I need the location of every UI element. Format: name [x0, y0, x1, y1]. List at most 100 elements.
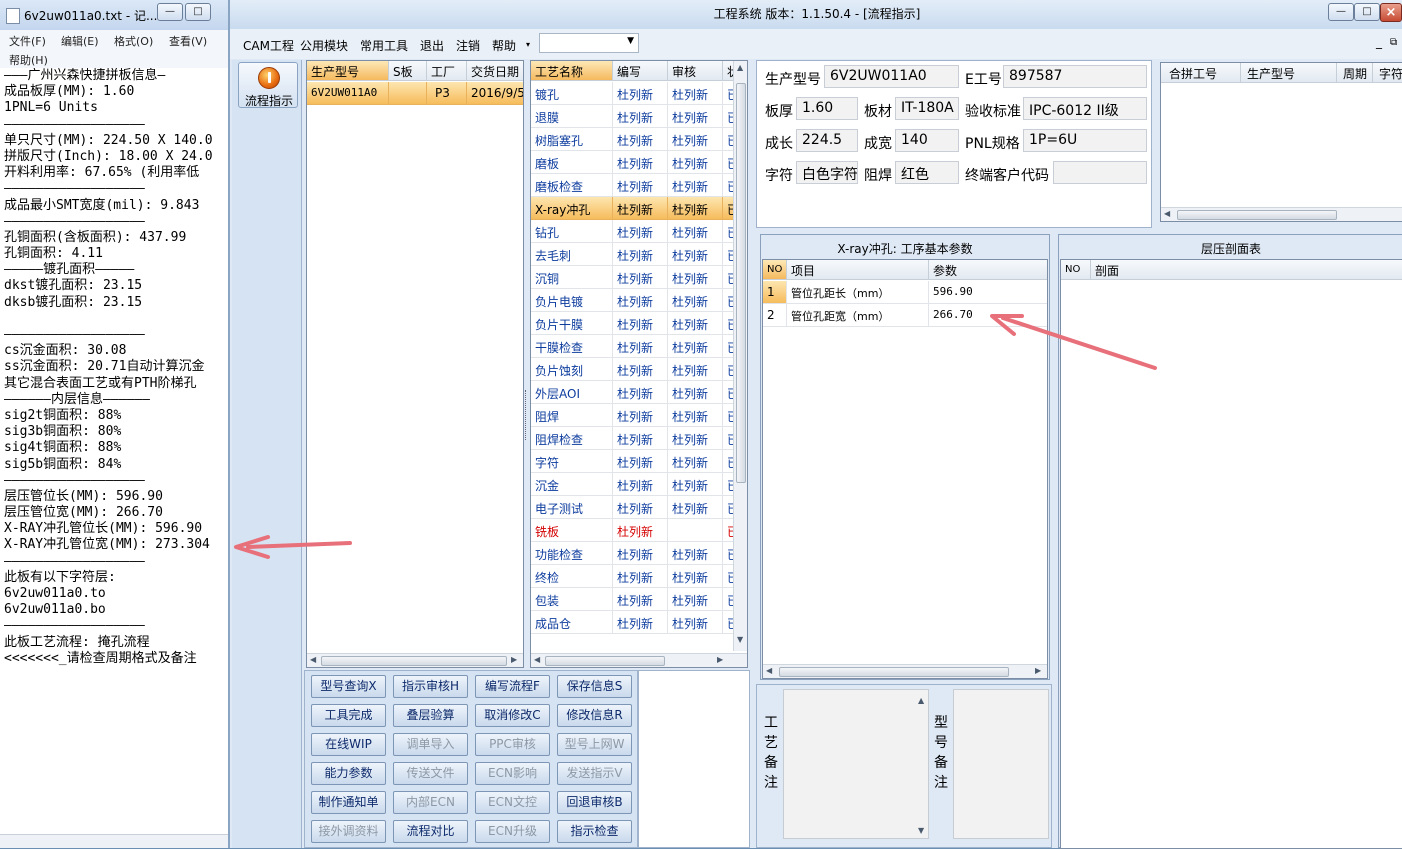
params-no-col-header[interactable]: NO	[763, 260, 787, 280]
factory-col-header[interactable]: 工厂	[427, 61, 467, 81]
action-button[interactable]: 传送文件	[393, 762, 468, 785]
action-button[interactable]: 制作通知单	[311, 791, 386, 814]
process-grid-hscrollbar[interactable]: ◀ ▶	[531, 653, 747, 667]
e-number-value[interactable]: 897587	[1003, 65, 1147, 88]
customer-code-value[interactable]	[1053, 161, 1147, 184]
notepad-text-area[interactable]: ———广州兴森快捷拼板信息— 成品板厚(MM): 1.60 1PNL=6 Units…	[0, 68, 231, 848]
reviewer-col-header[interactable]: 审核	[668, 61, 723, 81]
action-button[interactable]: ECN升级	[475, 820, 550, 843]
action-button[interactable]: ECN影响	[475, 762, 550, 785]
action-button[interactable]: 指示审核H	[393, 675, 468, 698]
scroll-left-icon[interactable]: ◀	[1164, 209, 1170, 218]
menu-common-module[interactable]: 公用模块	[300, 37, 348, 54]
length-value[interactable]: 224.5	[796, 129, 858, 152]
params-value-col-header[interactable]: 参数	[929, 260, 1047, 280]
scroll-thumb[interactable]	[779, 667, 1009, 677]
menu-common-tools[interactable]: 常用工具	[360, 37, 408, 54]
combine-period-col-header[interactable]: 周期	[1337, 63, 1373, 83]
notepad-titlebar[interactable]: 6v2uw011a0.txt - 记... — □	[0, 0, 231, 30]
app-titlebar[interactable]: 工程系统 版本：1.1.50.4 - [流程指示] — □ ×	[230, 0, 1402, 29]
action-button[interactable]: PPC审核	[475, 733, 550, 756]
params-grid-hscrollbar[interactable]: ◀ ▶	[763, 664, 1047, 678]
mdi-restore-icon[interactable]: ⧉	[1390, 37, 1397, 48]
solder-mask-value[interactable]: 红色	[895, 161, 959, 184]
action-button[interactable]: 工具完成	[311, 704, 386, 727]
scroll-left-icon[interactable]: ◀	[310, 655, 316, 664]
menu-edit[interactable]: 编辑(E)	[61, 33, 99, 49]
layer-profile-col-header[interactable]: 剖面	[1091, 260, 1402, 280]
combine-char-col-header[interactable]: 字符	[1373, 63, 1402, 83]
pnl-spec-value[interactable]: 1P=6U	[1023, 129, 1147, 152]
action-button[interactable]: 调单导入	[393, 733, 468, 756]
action-button[interactable]: 内部ECN	[393, 791, 468, 814]
thickness-value[interactable]: 1.60	[796, 97, 858, 120]
scroll-up-icon[interactable]: ▲	[918, 696, 924, 705]
action-button[interactable]: 叠层验算	[393, 704, 468, 727]
scroll-thumb[interactable]	[545, 656, 665, 666]
menu-view[interactable]: 查看(V)	[169, 33, 207, 49]
scroll-down-icon[interactable]: ▼	[737, 635, 743, 644]
layer-no-col-header[interactable]: NO	[1061, 260, 1091, 280]
model-col-header[interactable]: 生产型号	[307, 61, 389, 81]
process-grid-vscrollbar[interactable]: ▲ ▼	[733, 61, 747, 651]
delivery-date-col-header[interactable]: 交货日期	[467, 61, 523, 81]
scroll-up-icon[interactable]: ▲	[737, 63, 743, 72]
action-button[interactable]: 流程对比	[393, 820, 468, 843]
params-value-cell[interactable]: 266.70	[929, 304, 1047, 327]
action-button[interactable]: 回退审核B	[557, 791, 632, 814]
process-remark-field[interactable]: ▲ ▼	[783, 689, 929, 839]
action-button[interactable]: 保存信息S	[557, 675, 632, 698]
scroll-left-icon[interactable]: ◀	[766, 666, 772, 675]
menu-help[interactable]: 帮助	[492, 37, 516, 54]
mdi-minimize-icon[interactable]: _	[1376, 35, 1382, 49]
params-value-cell[interactable]: 596.90	[929, 281, 1047, 304]
app-maximize-button[interactable]: □	[1354, 3, 1380, 21]
scroll-thumb[interactable]	[1177, 210, 1337, 220]
flow-instruction-button[interactable]: 流程指示	[238, 62, 298, 108]
action-button[interactable]: 编写流程F	[475, 675, 550, 698]
menu-exit[interactable]: 退出	[420, 37, 444, 54]
character-value[interactable]: 白色字符	[796, 161, 858, 184]
action-button[interactable]: 指示检查	[557, 820, 632, 843]
action-button[interactable]: 发送指示V	[557, 762, 632, 785]
menu-cam[interactable]: CAM工程	[243, 37, 294, 54]
model-value[interactable]: 6V2UW011A0	[824, 65, 959, 88]
menu-format[interactable]: 格式(O)	[114, 33, 153, 49]
writer-col-header[interactable]: 编写	[613, 61, 668, 81]
app-close-button[interactable]: ×	[1380, 3, 1402, 22]
acceptance-standard-value[interactable]: IPC-6012 II级	[1023, 97, 1147, 120]
scroll-down-icon[interactable]: ▼	[918, 826, 924, 835]
combine-model-col-header[interactable]: 生产型号	[1241, 63, 1337, 83]
menu-help[interactable]: 帮助(H)	[9, 52, 48, 68]
process-name-col-header[interactable]: 工艺名称	[531, 61, 613, 81]
material-value[interactable]: IT-180A	[895, 97, 959, 120]
combine-grid-hscrollbar[interactable]: ◀	[1161, 207, 1402, 221]
s-board-col-header[interactable]: S板	[389, 61, 427, 81]
scroll-right-icon[interactable]: ▶	[717, 655, 723, 664]
model-grid-hscrollbar[interactable]: ◀ ▶	[307, 653, 523, 667]
scroll-right-icon[interactable]: ▶	[1035, 666, 1041, 675]
menu-logout[interactable]: 注销	[456, 37, 480, 54]
action-button[interactable]: 型号查询X	[311, 675, 386, 698]
action-button[interactable]: 能力参数	[311, 762, 386, 785]
minimize-button[interactable]: —	[157, 3, 183, 21]
maximize-button[interactable]: □	[185, 3, 211, 21]
notepad-horizontal-scrollbar[interactable]	[0, 834, 231, 848]
app-minimize-button[interactable]: —	[1328, 3, 1354, 21]
action-button[interactable]: 在线WIP	[311, 733, 386, 756]
scroll-thumb[interactable]	[736, 83, 746, 483]
action-button[interactable]: ECN文控	[475, 791, 550, 814]
action-button[interactable]: 取消修改C	[475, 704, 550, 727]
combine-no-col-header[interactable]: 合拼工号	[1161, 63, 1241, 83]
model-remark-field[interactable]	[953, 689, 1049, 839]
help-dropdown-icon[interactable]: ▾	[526, 40, 530, 49]
scroll-thumb[interactable]	[321, 656, 507, 666]
width-value[interactable]: 140	[895, 129, 959, 152]
scroll-left-icon[interactable]: ◀	[534, 655, 540, 664]
menu-file[interactable]: 文件(F)	[9, 33, 46, 49]
action-button[interactable]: 修改信息R	[557, 704, 632, 727]
menu-combobox[interactable]: ▼	[539, 33, 639, 53]
scroll-right-icon[interactable]: ▶	[511, 655, 517, 664]
action-button[interactable]: 型号上网W	[557, 733, 632, 756]
params-item-col-header[interactable]: 项目	[787, 260, 929, 280]
